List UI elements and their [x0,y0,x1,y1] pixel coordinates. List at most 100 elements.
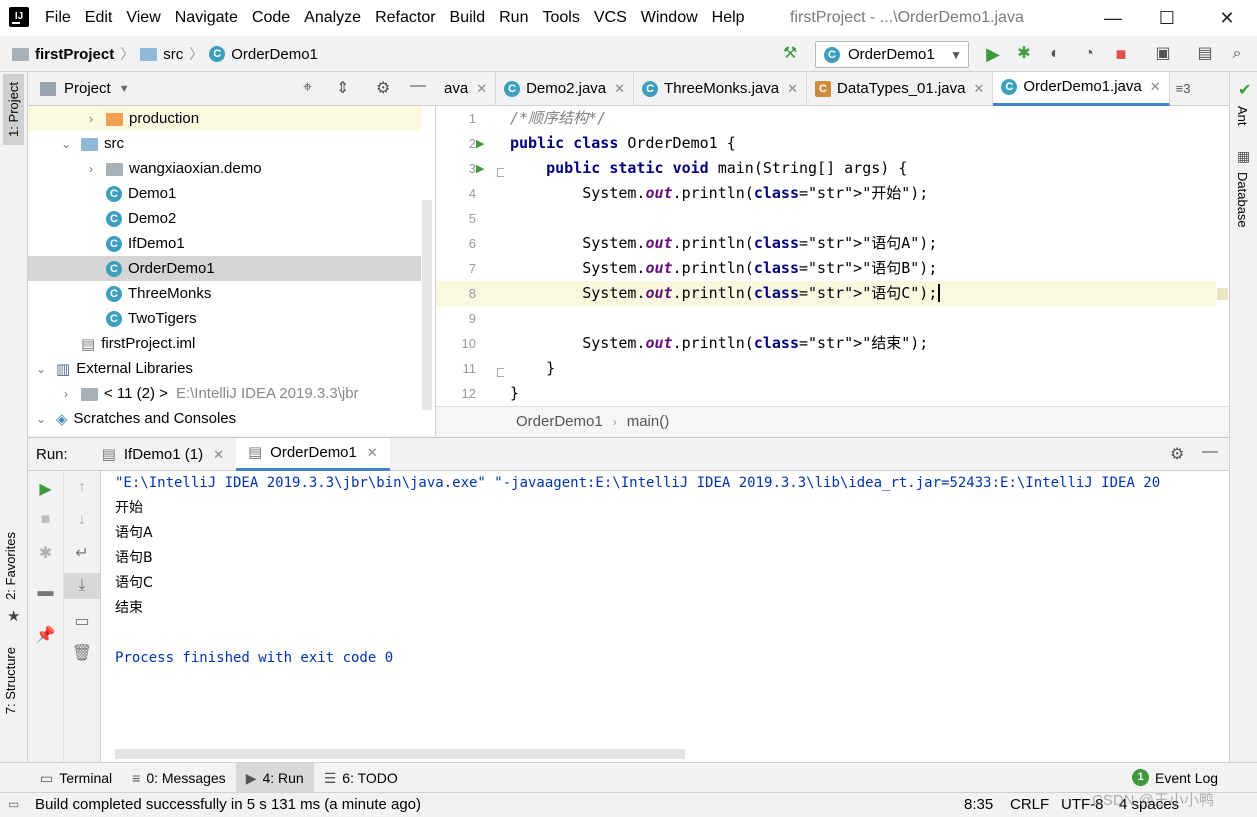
minimize-icon[interactable]: — [1202,443,1218,461]
run-configuration-select[interactable]: C OrderDemo1 ▼ [815,41,969,68]
editor-tab[interactable]: C Demo2.java ✕ [496,71,635,106]
breadcrumb-file[interactable]: OrderDemo1 [231,46,318,63]
minimize-window-button[interactable]: — [1090,0,1136,36]
tab-project-tool[interactable]: 1: Project [3,74,24,145]
code-line[interactable] [504,206,1216,231]
menu-item[interactable]: Tools [542,0,579,36]
close-icon[interactable]: ✕ [476,72,487,106]
tab-ant[interactable]: Ant [1235,106,1250,126]
code-line[interactable]: System.out.println(class="str">"开始"); [504,181,1216,206]
tree-item[interactable]: C ThreeMonks [28,281,421,306]
close-icon[interactable]: ✕ [213,438,224,471]
menu-item[interactable]: Build [450,0,486,36]
trash-icon[interactable]: 🗑 [64,643,100,663]
hammer-icon[interactable]: ⚒ [777,42,803,66]
code-line[interactable]: System.out.println(class="str">"结束"); [504,331,1216,356]
menu-item[interactable]: Window [641,0,698,36]
menu-item[interactable]: Run [499,0,528,36]
menu-item[interactable]: Navigate [175,0,238,36]
pin-icon[interactable]: 📌 [28,625,63,645]
layout-icon[interactable]: ▬ [28,583,63,601]
tree-item[interactable]: ⌄ ◈ Scratches and Consoles [28,406,421,431]
gear-icon[interactable]: ⚙ [1170,444,1184,464]
open-in-editor-icon[interactable]: ▤ [1192,42,1218,66]
tree-item[interactable]: ⌄ ▥ External Libraries [28,356,421,381]
line-separator[interactable]: CRLF [1010,796,1049,813]
close-icon[interactable]: ✕ [787,72,798,106]
tree-item[interactable]: › < 11 (2) > E:\IntelliJ IDEA 2019.3.3\jbr [28,381,421,406]
tree-item[interactable]: C Demo1 [28,181,421,206]
close-window-button[interactable]: ✕ [1204,0,1250,36]
tree-item[interactable]: › production [28,106,421,131]
profile-icon[interactable]: ◔ [1076,42,1102,66]
editor-tab[interactable]: C DataTypes_01.java ✕ [807,71,994,106]
stop-icon[interactable]: ■ [28,511,63,529]
event-log-button[interactable]: 1 Event Log [1132,769,1218,786]
menu-item[interactable]: Refactor [375,0,435,36]
editor-tab[interactable]: ava ✕ [436,71,497,106]
console-scrollbar[interactable] [115,749,685,759]
arrow-up-icon[interactable]: ↑ [64,479,100,497]
code-line[interactable]: /*顺序结构*/ [504,106,1216,131]
tree-scrollbar[interactable] [422,200,432,410]
chevron-right-icon[interactable]: › [84,157,98,182]
code-line[interactable]: public static void main(String[] args) { [504,156,1216,181]
restore-layout-icon[interactable]: ✱ [28,543,63,563]
console-output[interactable]: "E:\IntelliJ IDEA 2019.3.3\jbr\bin\java.… [101,471,1229,762]
menu-item[interactable]: Help [712,0,745,36]
tab-favorites[interactable]: 2: Favorites [3,532,18,600]
code-line[interactable] [504,306,1216,331]
code-line[interactable]: } [504,356,1216,381]
chevron-right-icon[interactable]: › [59,382,73,407]
chevron-down-icon[interactable]: ⌄ [34,357,48,382]
project-panel-title[interactable]: Project [64,80,111,97]
tree-item[interactable]: C OrderDemo1 [28,256,421,281]
bottom-tab[interactable]: ≡ 0: Messages [122,763,236,793]
project-structure-icon[interactable]: ▣ [1150,42,1176,66]
close-icon[interactable]: ✕ [614,72,625,106]
tree-item[interactable]: C Demo2 [28,206,421,231]
editor-tab[interactable]: C ThreeMonks.java ✕ [634,71,808,106]
tab-database[interactable]: Database [1235,172,1250,228]
run-icon[interactable]: ▶ [980,42,1006,66]
tree-item[interactable]: C TwoTigers [28,306,421,331]
close-icon[interactable]: ✕ [1150,70,1161,104]
collapse-icon[interactable]: ⇕ [336,78,349,98]
editor-scrollbar[interactable] [1216,106,1229,406]
breadcrumb-class[interactable]: OrderDemo1 [516,413,603,430]
code-line[interactable]: public class OrderDemo1 { [504,131,1216,156]
chevron-down-icon[interactable]: ▼ [119,83,130,95]
run-tab[interactable]: ▤ IfDemo1 (1) ✕ [90,438,236,471]
run-tab[interactable]: ▤ OrderDemo1 ✕ [235,436,390,471]
breadcrumb-folder[interactable]: src [163,46,183,63]
coverage-icon[interactable]: ◐ [1042,42,1068,66]
menu-item[interactable]: Code [252,0,290,36]
maximize-window-button[interactable]: ☐ [1144,0,1190,36]
minimize-icon[interactable]: — [410,77,426,95]
breadcrumb-method[interactable]: main() [627,413,670,430]
editor-tab[interactable]: C OrderDemo1.java ✕ [993,70,1170,106]
tab-structure[interactable]: 7: Structure [3,647,18,714]
tree-item[interactable]: ▤ firstProject.iml [28,331,421,356]
code-line[interactable]: System.out.println(class="str">"语句B"); [504,256,1216,281]
breadcrumb-project[interactable]: firstProject [35,46,114,63]
code-line[interactable]: System.out.println(class="str">"语句C"); [504,281,1216,306]
soft-wrap-icon[interactable]: ↵ [64,543,100,563]
close-icon[interactable]: ✕ [367,436,378,469]
tree-item[interactable]: C IfDemo1 [28,231,421,256]
code-line[interactable]: System.out.println(class="str">"语句A"); [504,231,1216,256]
code-editor[interactable]: /*顺序结构*/public class OrderDemo1 { public… [504,106,1216,406]
search-icon[interactable]: ⌕ [1224,42,1250,66]
menu-item[interactable]: Edit [85,0,113,36]
close-icon[interactable]: ✕ [973,72,984,106]
menu-item[interactable]: Analyze [304,0,361,36]
gear-icon[interactable]: ⚙ [376,78,390,98]
bottom-tab[interactable]: ▶ 4: Run [235,762,314,793]
tree-item[interactable]: ⌄ src [28,131,421,156]
print-icon[interactable]: ▭ [64,611,100,631]
target-icon[interactable]: ⌖ [303,79,312,97]
rerun-icon[interactable]: ▶ [28,479,63,499]
status-icon[interactable]: ▭ [8,797,19,811]
scroll-to-end-icon[interactable]: ⤓ [64,573,100,599]
run-method-icon[interactable]: ▶ [476,162,484,175]
